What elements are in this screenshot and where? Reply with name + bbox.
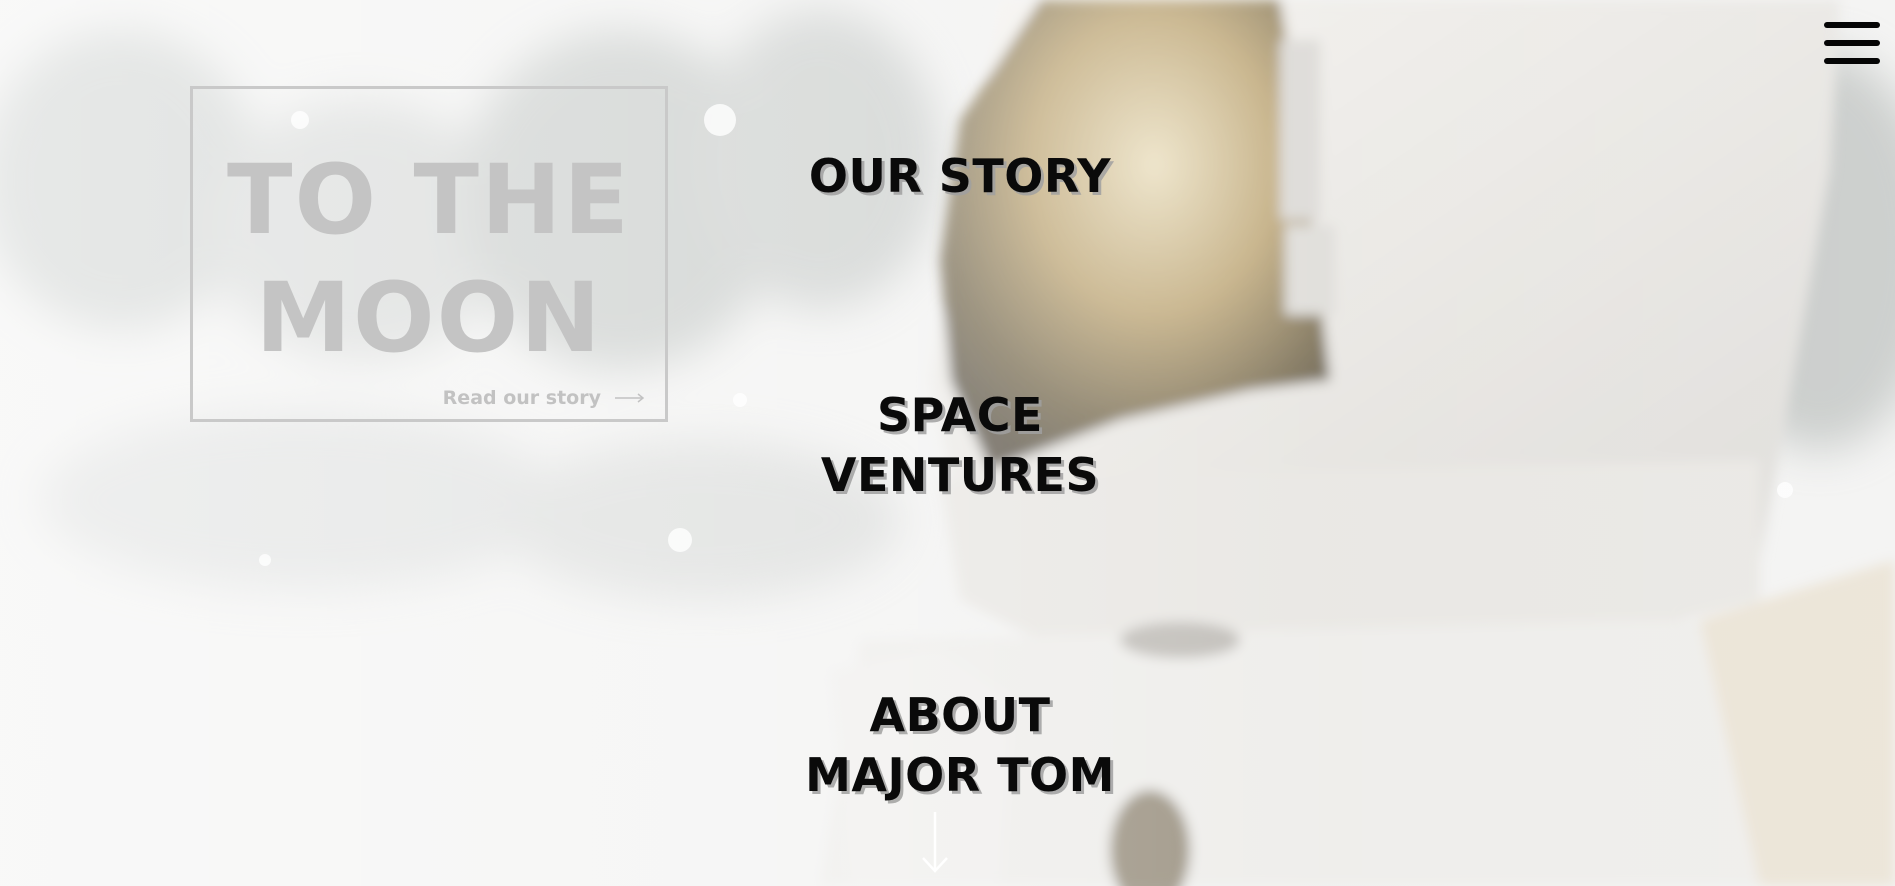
hero-title: TO THE MOON [193, 141, 665, 377]
hero-title-line2: MOON [255, 262, 603, 374]
nav-our-story-label: OUR STORY [808, 149, 1112, 203]
nav-space-ventures-line1: SPACE [877, 388, 1043, 442]
nav-space-ventures-line2: VENTURES [820, 448, 1100, 502]
landing-page: TO THE MOON Read our story OUR STORY SPA… [0, 0, 1895, 886]
menu-bar-middle [1824, 40, 1880, 46]
menu-bar-bottom [1824, 58, 1880, 64]
arrow-right-icon [615, 393, 645, 403]
nav-about-major-tom[interactable]: ABOUT MAJOR TOM [760, 685, 1160, 805]
nav-space-ventures[interactable]: SPACE VENTURES [760, 385, 1160, 505]
hero-title-line1: TO THE [227, 144, 631, 256]
menu-bar-top [1824, 22, 1880, 28]
nav-about-line2: MAJOR TOM [805, 748, 1115, 802]
read-our-story-label: Read our story [442, 387, 601, 409]
nav-our-story[interactable]: OUR STORY [760, 146, 1160, 206]
read-our-story-link[interactable]: Read our story [443, 387, 645, 409]
hamburger-menu-icon[interactable] [1824, 22, 1880, 66]
nav-about-line1: ABOUT [869, 688, 1051, 742]
hero-card: TO THE MOON Read our story [190, 86, 668, 422]
arrow-down-icon[interactable] [920, 812, 950, 874]
